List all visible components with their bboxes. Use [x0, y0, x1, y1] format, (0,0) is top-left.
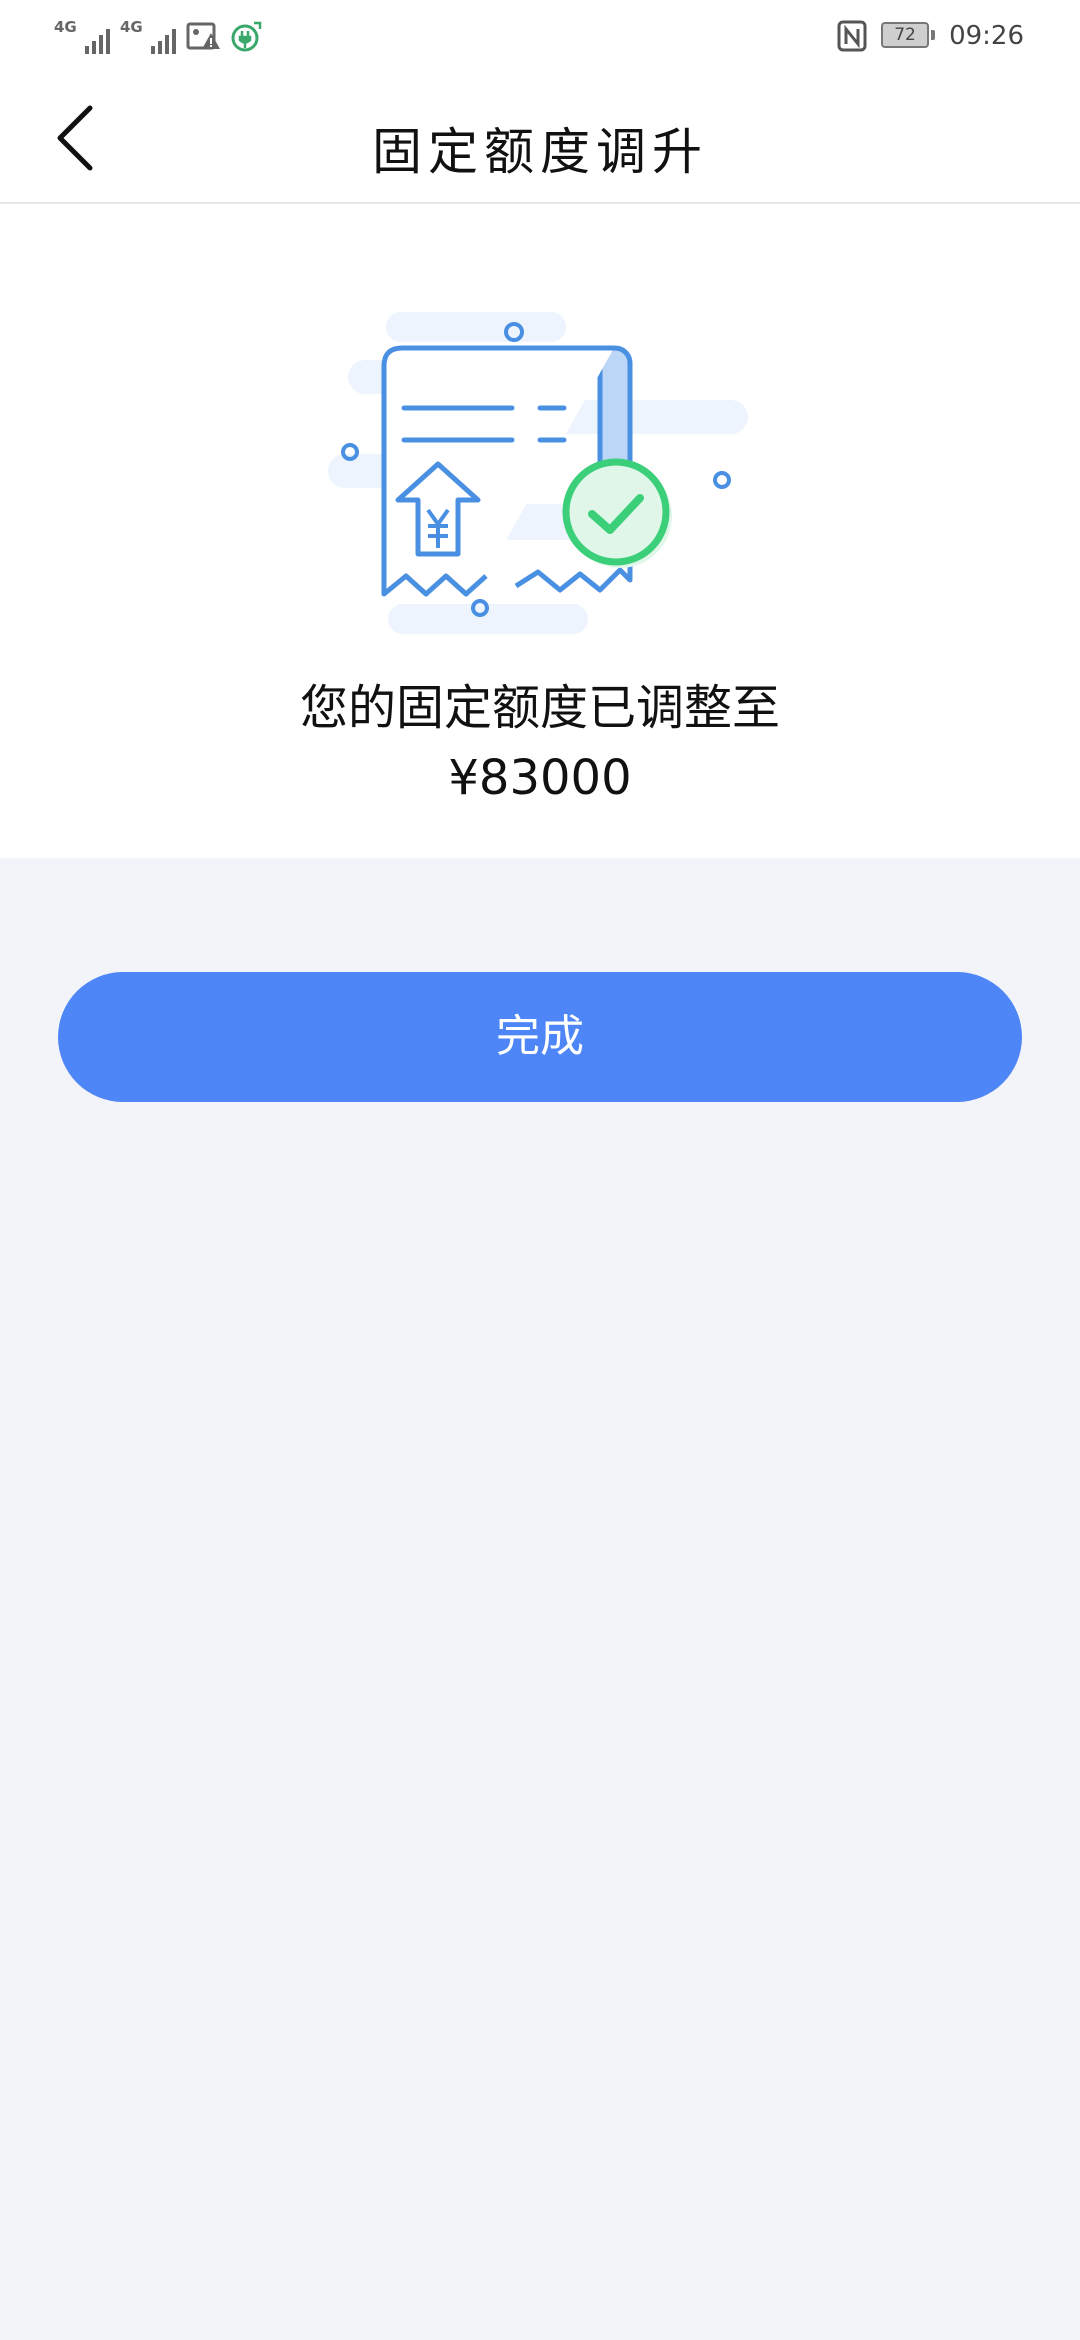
- network-type-label: 4G: [120, 18, 143, 36]
- result-card: 您的固定额度已调整至 ¥83000: [0, 204, 1080, 858]
- status-time: 09:26: [949, 21, 1024, 51]
- status-bar: 4G 4G 72 09:26: [0, 0, 1080, 76]
- status-right-group: 72 09:26: [837, 20, 1024, 52]
- charging-icon: [231, 21, 262, 52]
- credit-amount: ¥83000: [448, 750, 632, 806]
- network-type-label: 4G: [54, 18, 77, 36]
- receipt-success-illustration: [328, 312, 748, 634]
- battery-level: 72: [881, 22, 930, 48]
- signal-icon: 4G: [54, 18, 110, 56]
- page-title: 固定额度调升: [372, 123, 708, 181]
- nfc-icon: [837, 20, 867, 52]
- image-warning-icon: [186, 22, 220, 50]
- result-message: 您的固定额度已调整至: [299, 680, 780, 736]
- navigation-header: 固定额度调升: [0, 76, 1080, 204]
- done-button[interactable]: 完成: [58, 972, 1022, 1102]
- battery-icon: 72: [881, 22, 936, 50]
- status-left-group: 4G 4G: [54, 18, 262, 56]
- signal-icon: 4G: [120, 18, 176, 56]
